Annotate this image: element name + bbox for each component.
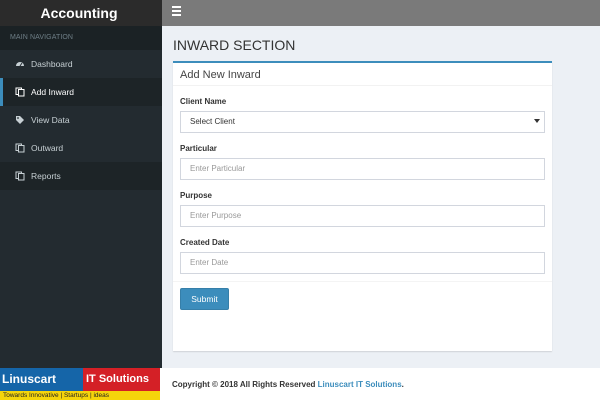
purpose-placeholder: Enter Purpose <box>190 211 242 220</box>
company-link[interactable]: Linuscart IT Solutions <box>318 380 402 389</box>
client-select-value: Select Client <box>190 117 235 126</box>
client-name-label: Client Name <box>180 97 227 106</box>
company-logo[interactable]: Linuscart IT Solutions Towards Innovativ… <box>0 368 160 400</box>
copy-icon <box>15 171 25 181</box>
purpose-input[interactable]: Enter Purpose <box>180 205 545 227</box>
inward-form-box: Add New Inward Client Name Select Client… <box>173 61 552 351</box>
particular-placeholder: Enter Particular <box>190 164 246 173</box>
created-date-input[interactable]: Enter Date <box>180 252 545 274</box>
copyright-prefix: Copyright © 2018 All Rights Reserved <box>172 380 318 389</box>
tag-icon <box>15 115 25 125</box>
sidebar-item-label: Outward <box>31 143 64 153</box>
sidebar-item-label: Add Inward <box>31 87 74 97</box>
sidebar-item-outward[interactable]: Outward <box>0 134 162 162</box>
copyright-suffix: . <box>401 380 404 389</box>
sidebar-item-reports[interactable]: Reports <box>0 162 162 190</box>
app-title: Accounting <box>40 5 118 21</box>
client-select[interactable]: Select Client <box>180 111 545 133</box>
main-content: INWARD SECTION Add New Inward Client Nam… <box>162 26 600 368</box>
particular-input[interactable]: Enter Particular <box>180 158 545 180</box>
sidebar: MAIN NAVIGATION Dashboard Add Inward Vie… <box>0 26 162 368</box>
logo-text-it-solutions: IT Solutions <box>83 368 160 391</box>
copy-icon <box>15 87 25 97</box>
sidebar-item-label: Dashboard <box>31 59 73 69</box>
sidebar-item-dashboard[interactable]: Dashboard <box>0 50 162 78</box>
created-date-label: Created Date <box>180 238 230 247</box>
caret-down-icon <box>534 119 540 123</box>
sidebar-item-label: View Data <box>31 115 70 125</box>
particular-label: Particular <box>180 144 217 153</box>
page-footer: Linuscart IT Solutions Towards Innovativ… <box>0 368 600 400</box>
sidebar-item-label: Reports <box>31 171 61 181</box>
copyright-text: Copyright © 2018 All Rights Reserved Lin… <box>172 380 404 389</box>
submit-button[interactable]: Submit <box>180 288 229 310</box>
copy-icon <box>15 143 25 153</box>
form-title: Add New Inward <box>173 63 552 86</box>
logo-text-linuscart: Linuscart <box>0 368 83 391</box>
date-placeholder: Enter Date <box>190 258 229 267</box>
logo-tagline: Towards Innovative | Startups | ideas <box>0 391 160 400</box>
top-navbar <box>162 0 600 26</box>
form-footer: Submit <box>173 281 552 351</box>
sidebar-item-view-data[interactable]: View Data <box>0 106 162 134</box>
nav-section-header: MAIN NAVIGATION <box>0 26 162 50</box>
hamburger-menu-icon[interactable] <box>172 6 182 20</box>
sidebar-item-add-inward[interactable]: Add Inward <box>0 78 162 106</box>
dashboard-icon <box>15 59 25 69</box>
purpose-label: Purpose <box>180 191 213 200</box>
page-title: INWARD SECTION <box>173 37 296 53</box>
app-logo[interactable]: Accounting <box>0 0 162 26</box>
